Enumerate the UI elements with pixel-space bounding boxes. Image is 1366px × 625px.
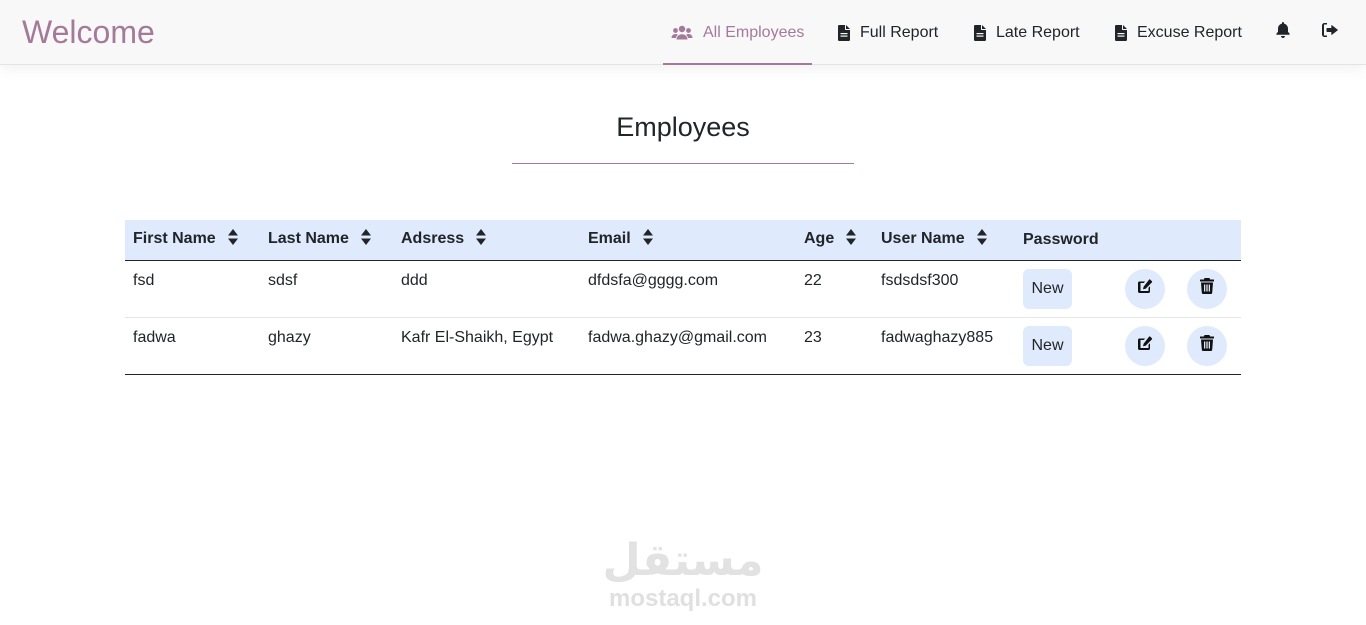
nav-excuse-report[interactable]: Excuse Report bbox=[1115, 0, 1242, 65]
column-header[interactable]: Email bbox=[580, 220, 796, 260]
brand-title[interactable]: Welcome bbox=[22, 14, 155, 50]
delete-button[interactable] bbox=[1187, 268, 1227, 309]
employees-table-container: First Name Last Name Adsress Email Age U… bbox=[125, 220, 1241, 375]
trash-icon bbox=[1200, 335, 1214, 356]
column-header: Password bbox=[1023, 230, 1099, 248]
cell-password: New bbox=[1015, 260, 1117, 317]
table-row: fsd sdsf ddd dfdsfa@gggg.com 22 fsdsdsf3… bbox=[125, 260, 1241, 317]
cell-edit bbox=[1117, 260, 1179, 317]
cell-edit bbox=[1117, 317, 1179, 374]
cell-email: fadwa.ghazy@gmail.com bbox=[588, 328, 767, 346]
cell-password: New bbox=[1015, 317, 1117, 374]
column-header-empty bbox=[1179, 220, 1241, 260]
cell-user-name: fsdsdsf300 bbox=[881, 271, 959, 289]
watermark-arabic: مستقل bbox=[602, 536, 764, 585]
nav-label: Full Report bbox=[860, 23, 939, 41]
cell-delete bbox=[1179, 260, 1241, 317]
edit-button[interactable] bbox=[1125, 268, 1165, 309]
trash-icon bbox=[1200, 278, 1214, 299]
column-header-empty bbox=[1117, 220, 1179, 260]
nav-all-employees[interactable]: All Employees bbox=[662, 0, 813, 65]
users-icon bbox=[671, 25, 693, 41]
table-row: fadwa ghazy Kafr El-Shaikh, Egypt fadwa.… bbox=[125, 317, 1241, 374]
sort-icon[interactable] bbox=[227, 229, 238, 250]
column-header[interactable]: User Name bbox=[873, 220, 1015, 260]
cell-age: 22 bbox=[804, 271, 822, 289]
nav-late-report[interactable]: Late Report bbox=[974, 0, 1080, 65]
nav-label: Late Report bbox=[996, 23, 1080, 41]
cell-user-name: fadwaghazy885 bbox=[881, 328, 994, 346]
employees-table: First Name Last Name Adsress Email Age U… bbox=[125, 220, 1241, 375]
watermark-logo: مستقل mostaql.com bbox=[600, 536, 766, 614]
cell-last-name: ghazy bbox=[268, 328, 311, 346]
notifications-button[interactable] bbox=[1271, 0, 1295, 65]
table-header-row: First Name Last Name Adsress Email Age U… bbox=[125, 220, 1241, 260]
sort-icon[interactable] bbox=[642, 229, 653, 250]
file-icon bbox=[838, 24, 850, 41]
sort-icon[interactable] bbox=[360, 229, 371, 250]
cell-first-name: fsd bbox=[133, 271, 155, 289]
new-password-button[interactable]: New bbox=[1023, 268, 1072, 309]
nav-label: All Employees bbox=[703, 23, 805, 41]
edit-button[interactable] bbox=[1125, 325, 1165, 366]
page-title: Employees bbox=[616, 112, 750, 142]
cell-address: ddd bbox=[401, 271, 428, 289]
edit-icon bbox=[1137, 335, 1153, 356]
sort-icon[interactable] bbox=[846, 229, 857, 250]
column-header[interactable]: Last Name bbox=[260, 220, 393, 260]
edit-icon bbox=[1137, 278, 1153, 299]
title-divider bbox=[512, 163, 854, 164]
file-icon bbox=[974, 24, 986, 41]
nav-full-report[interactable]: Full Report bbox=[838, 0, 938, 65]
logout-button[interactable] bbox=[1318, 0, 1342, 65]
bell-icon bbox=[1276, 22, 1290, 43]
top-navbar: Welcome All Employees Full Report Late R… bbox=[0, 0, 1366, 65]
nav-label: Excuse Report bbox=[1137, 23, 1242, 41]
cell-address: Kafr El-Shaikh, Egypt bbox=[401, 328, 554, 346]
column-header[interactable]: Adsress bbox=[393, 220, 580, 260]
cell-delete bbox=[1179, 317, 1241, 374]
sign-out-icon bbox=[1322, 23, 1338, 42]
sort-icon[interactable] bbox=[476, 229, 487, 250]
cell-first-name: fadwa bbox=[133, 328, 176, 346]
cell-email: dfdsfa@gggg.com bbox=[588, 271, 719, 289]
watermark-latin: mostaql.com bbox=[608, 585, 758, 612]
file-icon bbox=[1115, 24, 1127, 41]
cell-last-name: sdsf bbox=[268, 271, 298, 289]
delete-button[interactable] bbox=[1187, 325, 1227, 366]
column-header[interactable]: First Name bbox=[125, 220, 260, 260]
new-password-button[interactable]: New bbox=[1023, 325, 1072, 366]
column-header[interactable]: Age bbox=[796, 220, 873, 260]
cell-age: 23 bbox=[804, 328, 822, 346]
sort-icon[interactable] bbox=[976, 229, 987, 250]
